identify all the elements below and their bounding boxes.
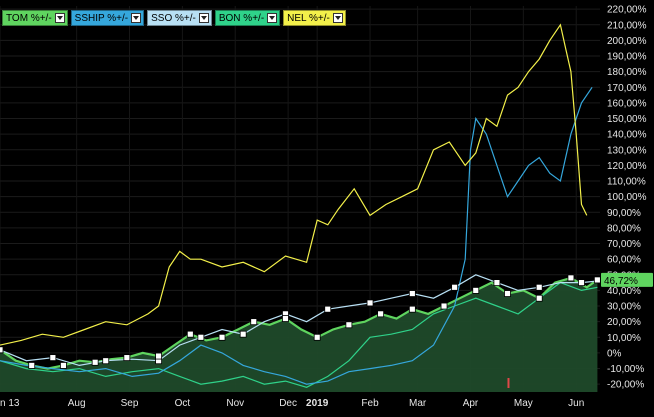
y-tick-label: 30,00% — [607, 302, 641, 313]
y-tick-label: 40,00% — [607, 286, 641, 297]
series-marker — [366, 299, 374, 307]
series-marker — [535, 283, 543, 291]
series-marker — [440, 302, 448, 310]
series-marker — [535, 294, 543, 302]
y-tick-label: 100,00% — [607, 192, 647, 203]
y-tick-label: 190,00% — [607, 52, 647, 63]
legend-item-4[interactable]: NEL %+/- — [283, 10, 346, 26]
y-tick-label: 140,00% — [607, 130, 647, 141]
chevron-down-icon[interactable] — [198, 13, 209, 23]
chevron-down-icon[interactable] — [332, 13, 343, 23]
series-marker — [91, 358, 99, 366]
x-tick-label: Aug — [68, 398, 86, 409]
legend-label: NEL %+/- — [287, 12, 330, 24]
series-marker — [282, 315, 289, 322]
x-tick-label: May — [514, 398, 533, 409]
y-tick-label: 210,00% — [607, 20, 647, 31]
chart-plot[interactable]: 220,00% 210,00% 200,00% 190,00% 180,00% 170,0… — [0, 0, 654, 412]
series-marker — [408, 290, 416, 297]
legend-item-3[interactable]: BON %+/- — [214, 10, 281, 26]
y-tick-label: 120,00% — [607, 161, 647, 172]
series-marker — [345, 321, 353, 329]
series-marker — [377, 310, 385, 318]
y-tick-label: 110,00% — [607, 177, 646, 188]
series-marker — [313, 333, 321, 341]
chevron-down-icon[interactable] — [131, 13, 142, 23]
series-marker — [578, 279, 585, 287]
y-tick-label: 160,00% — [607, 98, 647, 109]
chevron-down-icon[interactable] — [267, 13, 278, 23]
x-tick-label: Apr — [463, 398, 479, 409]
y-tick-label: -10,00% — [607, 364, 644, 375]
x-tick-label: n 13 — [0, 398, 20, 409]
x-tick-label: Oct — [175, 398, 191, 409]
chevron-down-icon[interactable] — [54, 13, 65, 23]
y-tick-label: 80,00% — [607, 223, 641, 234]
y-tick-label: 70,00% — [607, 239, 641, 250]
legend-item-0[interactable]: TOM %+/- — [2, 10, 68, 26]
legend-label: SSO %+/- — [151, 12, 196, 24]
x-tick-label: Jun — [568, 398, 584, 409]
chart: 220,00% 210,00% 200,00% 190,00% 180,00% 170,0… — [0, 0, 654, 412]
series-marker — [123, 354, 131, 362]
x-tick-label: Mar — [409, 398, 427, 409]
y-tick-label: 130,00% — [607, 145, 647, 156]
y-tick-label: 150,00% — [607, 114, 647, 125]
x-axis-marker — [507, 378, 510, 388]
x-tick-label: Dec — [279, 398, 297, 409]
series-marker — [451, 283, 459, 291]
x-tick-label: Sep — [121, 398, 139, 409]
x-tick-label: Feb — [361, 398, 379, 409]
x-tick-label: 2019 — [306, 398, 329, 409]
series-marker — [493, 279, 501, 287]
series-marker — [102, 357, 110, 365]
y-tick-label: 220,00% — [607, 5, 647, 16]
legend: TOM %+/- SSHIP %+/- SSO %+/- BON %+/- NEL %+… — [2, 10, 349, 26]
series-marker — [408, 305, 416, 313]
legend-item-2[interactable]: SSO %+/- — [147, 10, 212, 26]
series-marker — [60, 362, 67, 369]
legend-item-1[interactable]: SSHIP %+/- — [70, 10, 145, 26]
y-tick-label: 200,00% — [607, 36, 647, 47]
series-marker — [0, 346, 4, 354]
series-marker — [324, 305, 332, 313]
last-value-label: 46,72% — [604, 276, 638, 287]
y-tick-label: -20,00% — [607, 380, 644, 391]
series-marker — [186, 330, 194, 338]
series-marker — [567, 274, 575, 282]
series-marker — [472, 287, 480, 294]
series-marker — [49, 354, 57, 362]
series-marker — [504, 290, 511, 297]
x-tick-label: Nov — [226, 398, 244, 409]
legend-label: SSHIP %+/- — [74, 12, 129, 24]
y-tick-label: 20,00% — [607, 317, 641, 328]
series-marker — [250, 318, 258, 326]
y-tick-label: 0% — [607, 348, 622, 359]
y-tick-label: 180,00% — [607, 67, 647, 78]
series-marker — [593, 276, 601, 284]
y-tick-label: 90,00% — [607, 208, 641, 219]
series-marker — [218, 333, 226, 341]
legend-label: TOM %+/- — [6, 12, 52, 24]
series-marker — [239, 330, 247, 338]
y-tick-label: 170,00% — [607, 83, 647, 94]
series-marker — [28, 362, 36, 369]
legend-label: BON %+/- — [218, 12, 265, 24]
y-tick-label: 10,00% — [607, 333, 641, 344]
series-marker — [155, 352, 162, 360]
series-marker — [197, 333, 205, 341]
y-tick-label: 60,00% — [607, 255, 641, 266]
